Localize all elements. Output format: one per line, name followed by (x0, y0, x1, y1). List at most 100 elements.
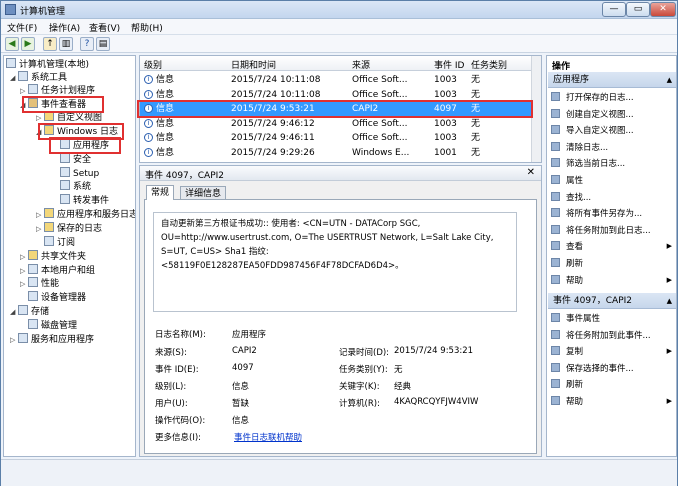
action-item[interactable]: 将任务附加到此事件... (551, 329, 651, 343)
action-item[interactable]: 帮助 (551, 395, 583, 409)
back-arrow-icon[interactable]: ◀ (5, 37, 19, 51)
tree-node-disk-management[interactable]: 磁盘管理 (28, 319, 77, 332)
action-item[interactable]: 创建自定义视图... (551, 108, 634, 122)
action-item[interactable]: 保存选择的事件... (551, 362, 634, 376)
menu-view[interactable]: 查看(V) (89, 21, 120, 34)
action-item[interactable]: 打开保存的日志... (551, 91, 634, 105)
action-item[interactable]: 事件属性 (551, 312, 600, 326)
event-row[interactable]: i 信息 2015/7/24 9:29:26 Windows E... 1001 无 (140, 146, 532, 160)
minimize-button[interactable]: — (602, 2, 626, 17)
expand-icon[interactable]: ▷ (36, 209, 44, 222)
action-label: 导入自定义视图... (566, 126, 634, 137)
menu-help[interactable]: 帮助(H) (131, 21, 163, 34)
tree-node-setup[interactable]: Setup (60, 167, 99, 180)
keywords-value: 经典 (394, 382, 412, 392)
action-item[interactable]: 查看 (551, 240, 583, 254)
tree-node-computer-management[interactable]: 计算机管理(本地) (6, 58, 89, 71)
expand-icon[interactable]: ▷ (20, 251, 28, 264)
show-action-pane-icon[interactable]: ▤ (96, 37, 110, 51)
expand-icon[interactable]: ▷ (36, 223, 44, 236)
col-task-category[interactable]: 任务类别 (471, 58, 507, 71)
action-label: 帮助 (566, 275, 584, 286)
info-icon: i (144, 89, 153, 99)
close-button[interactable]: ✕ (650, 2, 676, 17)
event-row[interactable]: i 信息 2015/7/24 10:11:08 Office Soft... 1003 无 (140, 73, 532, 87)
actions-title: 操作 (552, 62, 571, 72)
opcode-label: 操作代码(O): (155, 416, 206, 426)
tree-node-subscriptions[interactable]: 订阅 (44, 236, 75, 249)
event-datetime: 2015/7/24 10:11:08 (231, 75, 321, 85)
event-log-online-help-link[interactable]: 事件日志联机帮助 (234, 431, 302, 443)
expand-icon[interactable]: ◢ (10, 72, 18, 85)
tree-node-security[interactable]: 安全 (60, 153, 91, 166)
title-bar: 计算机管理 — ▭ ✕ (1, 1, 677, 19)
menu-action[interactable]: 操作(A) (49, 21, 80, 34)
tree-node-forwarded-events[interactable]: 转发事件 (60, 194, 109, 207)
action-item[interactable]: 帮助 (551, 274, 583, 288)
help-icon[interactable]: ? (80, 37, 94, 51)
action-icon (551, 258, 560, 267)
tree-label: 本地用户和组 (41, 266, 96, 276)
tree-node-system-tools[interactable]: ◢ 系统工具 (10, 71, 67, 84)
action-item[interactable]: 清除日志... (551, 141, 608, 155)
tree-node-device-manager[interactable]: 设备管理器 (28, 291, 86, 304)
tree-node-saved-logs[interactable]: ▷ 保存的日志 (36, 222, 102, 235)
action-item[interactable]: 将所有事件另存为... (551, 207, 642, 221)
show-hide-tree-icon[interactable]: ▥ (59, 37, 73, 51)
task-category-label: 任务类别(Y): (339, 365, 388, 375)
action-item[interactable]: 刷新 (551, 378, 583, 392)
expand-icon[interactable]: ▷ (20, 278, 28, 291)
window-title: 计算机管理 (20, 7, 66, 17)
tree-node-services-applications[interactable]: ▷ 服务和应用程序 (10, 333, 94, 346)
status-bar (1, 459, 677, 486)
event-id: 1003 (434, 133, 457, 143)
tree-node-local-users-groups[interactable]: ▷ 本地用户和组 (20, 264, 95, 277)
event-row[interactable]: i 信息 2015/7/24 9:46:11 Office Soft... 1003 无 (140, 131, 532, 145)
highlight-selected-event (137, 100, 533, 118)
col-datetime[interactable]: 日期和时间 (231, 58, 276, 71)
menu-file[interactable]: 文件(F) (7, 21, 37, 34)
tree-label: 任务计划程序 (41, 86, 96, 96)
event-row[interactable]: i 信息 2015/7/24 9:46:12 Office Soft... 1003 无 (140, 117, 532, 131)
forward-arrow-icon[interactable]: ▶ (21, 37, 35, 51)
event-level: 信息 (156, 147, 175, 158)
col-source[interactable]: 来源 (352, 58, 370, 71)
action-icon (551, 396, 560, 405)
action-item[interactable]: 将任务附加到此日志... (551, 224, 651, 238)
action-item[interactable]: 属性 (551, 174, 583, 188)
event-source: Office Soft... (352, 75, 408, 85)
action-item[interactable]: 刷新 (551, 257, 583, 271)
action-icon (551, 241, 560, 251)
col-level[interactable]: 级别 (144, 58, 162, 71)
shared-folder-icon (28, 250, 38, 260)
action-item[interactable]: 复制 (551, 345, 583, 359)
tab-general[interactable]: 常规 (146, 185, 175, 200)
tree-node-shared-folders[interactable]: ▷ 共享文件夹 (20, 250, 86, 263)
tree-node-storage[interactable]: ◢ 存储 (10, 305, 49, 318)
collapse-icon[interactable]: ◢ (10, 306, 18, 319)
action-item[interactable]: 筛选当前日志... (551, 157, 625, 171)
tree-node-app-service-logs[interactable]: ▷ 应用程序和服务日志 (36, 208, 135, 222)
close-icon[interactable]: ✕ (527, 167, 535, 178)
folder-icon (44, 222, 54, 232)
general-tab-body: 自动更新第三方根证书成功:: 使用者: <CN=UTN - DATACorp S… (144, 199, 537, 454)
action-label: 保存选择的事件... (566, 363, 634, 374)
more-info-label: 更多信息(I): (155, 433, 202, 443)
action-icon (551, 191, 560, 201)
action-item[interactable]: 查找... (551, 191, 591, 205)
event-id: 1001 (434, 147, 457, 158)
maximize-button[interactable]: ▭ (626, 2, 650, 17)
event-datetime: 2015/7/24 9:46:11 (231, 133, 315, 143)
actions-section-application[interactable]: 应用程序 ▲ (548, 72, 676, 88)
action-item[interactable]: 导入自定义视图... (551, 124, 634, 138)
actions-section-event[interactable]: 事件 4097，CAPI2 ▲ (548, 293, 676, 309)
tree-label: 系统 (73, 182, 92, 192)
tree-label: 磁盘管理 (41, 321, 78, 331)
tree-node-performance[interactable]: ▷ 性能 (20, 277, 59, 290)
tree-node-system[interactable]: 系统 (60, 180, 91, 193)
col-event-id[interactable]: 事件 ID (434, 58, 464, 71)
up-folder-icon[interactable]: ↑ (43, 37, 57, 51)
log-icon (60, 153, 70, 163)
event-id-value: 4097 (232, 363, 254, 373)
expand-icon[interactable]: ▷ (10, 334, 18, 347)
